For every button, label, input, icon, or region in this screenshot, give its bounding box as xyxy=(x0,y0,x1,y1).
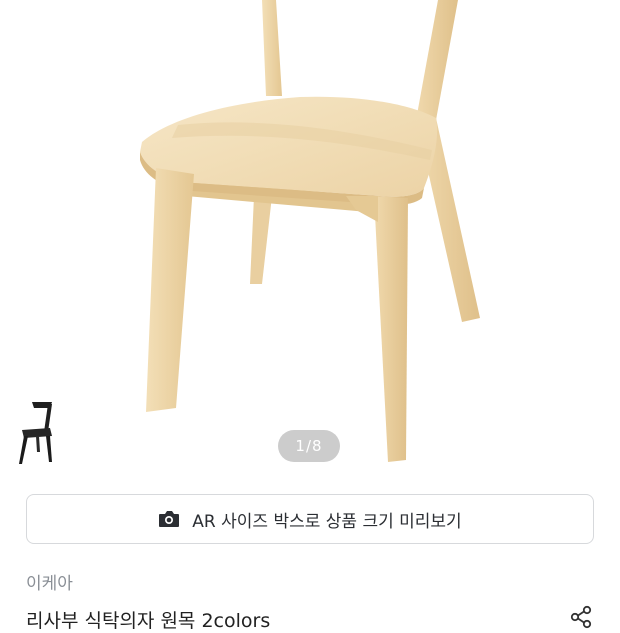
chair-product-image xyxy=(140,0,480,462)
camera-icon xyxy=(159,511,180,527)
image-page-indicator: 1/8 xyxy=(278,430,340,462)
ar-button-label: AR 사이즈 박스로 상품 크기 미리보기 xyxy=(192,511,462,532)
black-chair-variant-thumbnail[interactable] xyxy=(14,398,62,468)
product-image-gallery[interactable]: 1/8 xyxy=(0,0,620,482)
ar-size-preview-button[interactable]: AR 사이즈 박스로 상품 크기 미리보기 xyxy=(26,494,594,544)
brand-name-link[interactable]: 이케아 xyxy=(26,569,73,594)
share-icon[interactable] xyxy=(568,604,594,630)
